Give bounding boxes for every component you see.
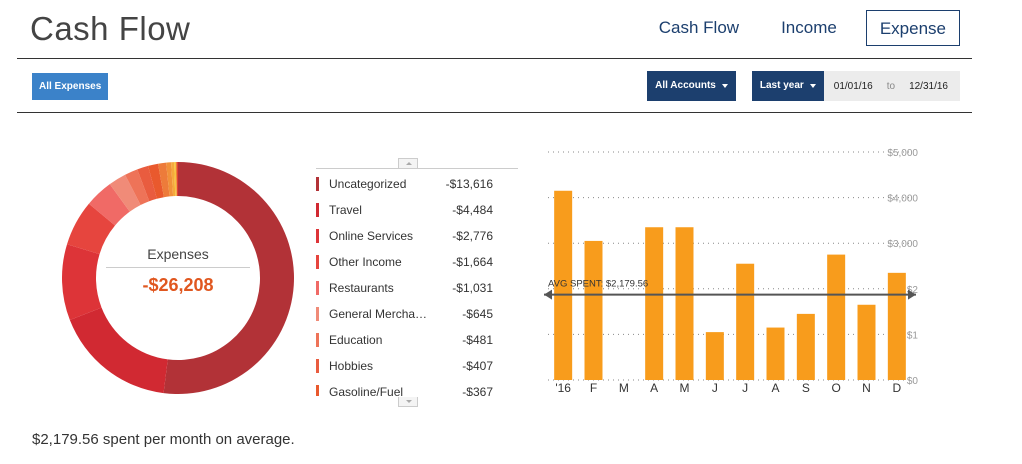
header-divider (17, 58, 972, 59)
category-list-panel: Uncategorized -$13,616 Travel -$4,484 Online… (316, 168, 518, 396)
bar[interactable] (796, 313, 815, 380)
donut-total: -$26,208 (142, 275, 214, 295)
category-amount: -$407 (462, 359, 493, 373)
category-row[interactable]: General Merchandise -$645 (316, 301, 518, 327)
average-label: AVG SPENT: $2,179.56 (548, 279, 648, 290)
category-color-swatch (316, 255, 319, 269)
category-amount: -$1,664 (452, 255, 493, 269)
toolbar-right: All Accounts Last year 01/01/16 to 12/31… (647, 71, 960, 101)
category-name: General Merchandise (329, 307, 433, 321)
bar[interactable] (857, 304, 876, 380)
x-tick-label: M (680, 381, 690, 395)
x-tick-label: A (650, 381, 658, 395)
category-name: Uncategorized (329, 177, 407, 191)
category-color-swatch (316, 307, 319, 321)
y-tick-label: $0 (907, 376, 919, 387)
x-tick-label: J (712, 381, 718, 395)
category-color-swatch (316, 333, 319, 347)
bar-chart-svg: $5,000$4,000$3,000$2$1$0'16 F M A M J J A S O N DAV… (544, 148, 919, 395)
all-expenses-button[interactable]: All Expenses (32, 73, 109, 100)
x-tick-label: M (619, 381, 629, 395)
category-color-swatch (316, 203, 319, 217)
period-dropdown[interactable]: Last year (751, 71, 824, 101)
bar[interactable] (584, 240, 603, 380)
y-tick-label: $5,000 (887, 148, 918, 159)
x-tick-label: S (802, 381, 810, 395)
category-amount: -$2,776 (452, 229, 493, 243)
donut-center: Expenses -$26,208 (106, 246, 250, 296)
category-row[interactable]: Gasoline/Fuel -$367 (316, 379, 518, 396)
top-nav: Cash Flow Income Expense (630, 10, 960, 46)
accounts-dropdown[interactable]: All Accounts (647, 71, 736, 101)
category-row[interactable]: Online Services -$2,776 (316, 223, 518, 249)
x-tick-label: D (892, 381, 901, 395)
caret-down-icon (809, 84, 816, 88)
bar[interactable] (705, 332, 724, 380)
category-color-swatch (316, 229, 319, 243)
caret-down-icon (721, 84, 728, 88)
donut-slice[interactable] (61, 244, 102, 320)
category-list: Uncategorized -$13,616 Travel -$4,484 Online… (316, 171, 518, 396)
bar[interactable] (766, 327, 785, 380)
average-spent-text: $2,179.56 spent per month on average. (32, 431, 295, 448)
category-name: Other Income (329, 255, 402, 269)
date-to-input[interactable]: 12/31/16 (909, 81, 948, 92)
category-name: Education (329, 333, 383, 347)
bar[interactable] (887, 272, 906, 380)
x-tick-label: N (862, 381, 871, 395)
category-color-swatch (316, 359, 319, 373)
nav-cash-flow[interactable]: Cash Flow (646, 10, 752, 46)
toolbar-divider (17, 112, 972, 113)
page-title: Cash Flow (30, 10, 191, 47)
category-row[interactable]: Travel -$4,484 (316, 197, 518, 223)
category-amount: -$13,616 (445, 177, 493, 191)
date-separator: to (886, 80, 896, 92)
category-name: Restaurants (329, 281, 394, 295)
donut-slice[interactable] (69, 307, 168, 394)
category-amount: -$4,484 (452, 203, 493, 217)
expense-donut-chart: Expenses -$26,208 (61, 162, 295, 394)
category-amount: -$1,031 (452, 281, 493, 295)
category-row[interactable]: Uncategorized -$13,616 (316, 171, 518, 197)
nav-income[interactable]: Income (768, 10, 850, 46)
category-row[interactable]: Other Income -$1,664 (316, 249, 518, 275)
category-color-swatch (316, 385, 319, 396)
category-name: Gasoline/Fuel (329, 385, 404, 396)
average-left-arrow-icon (544, 289, 552, 300)
date-from-input[interactable]: 01/01/16 (834, 81, 873, 92)
bar[interactable] (645, 227, 664, 380)
category-color-swatch (316, 177, 319, 191)
category-row[interactable]: Education -$481 (316, 327, 518, 353)
category-row[interactable]: Hobbies -$407 (316, 353, 518, 379)
x-tick-label: J (742, 381, 748, 395)
x-tick-label: A (771, 381, 779, 395)
category-amount: -$481 (462, 333, 493, 347)
category-row[interactable]: Restaurants -$1,031 (316, 275, 518, 301)
x-tick-label: '16 (555, 381, 571, 395)
nav-expense[interactable]: Expense (865, 10, 960, 46)
category-scroll-down[interactable] (398, 397, 418, 407)
date-range: 01/01/16 to 12/31/16 (823, 71, 960, 101)
category-name: Online Services (329, 229, 414, 243)
bar[interactable] (827, 254, 846, 380)
y-tick-label: $3,000 (887, 239, 918, 250)
y-tick-label: $4,000 (887, 194, 918, 205)
bar[interactable] (675, 227, 694, 380)
y-tick-label: $1 (907, 330, 919, 341)
category-scroll-up[interactable] (398, 158, 418, 168)
category-name: Hobbies (329, 359, 374, 373)
x-tick-label: O (831, 381, 840, 395)
category-name: Travel (329, 203, 362, 217)
category-color-swatch (316, 281, 319, 295)
donut-label: Expenses (106, 246, 250, 268)
category-amount: -$645 (462, 307, 493, 321)
accounts-dropdown-label: All Accounts (655, 80, 716, 91)
monthly-bar-chart: $5,000 $4,000 $3,000 $2 $1 $0'16 F M A M J J A S O N D AV… (540, 140, 930, 400)
category-amount: -$367 (462, 385, 493, 396)
period-dropdown-label: Last year (759, 80, 804, 91)
x-tick-label: F (590, 381, 597, 395)
bar[interactable] (736, 263, 755, 380)
